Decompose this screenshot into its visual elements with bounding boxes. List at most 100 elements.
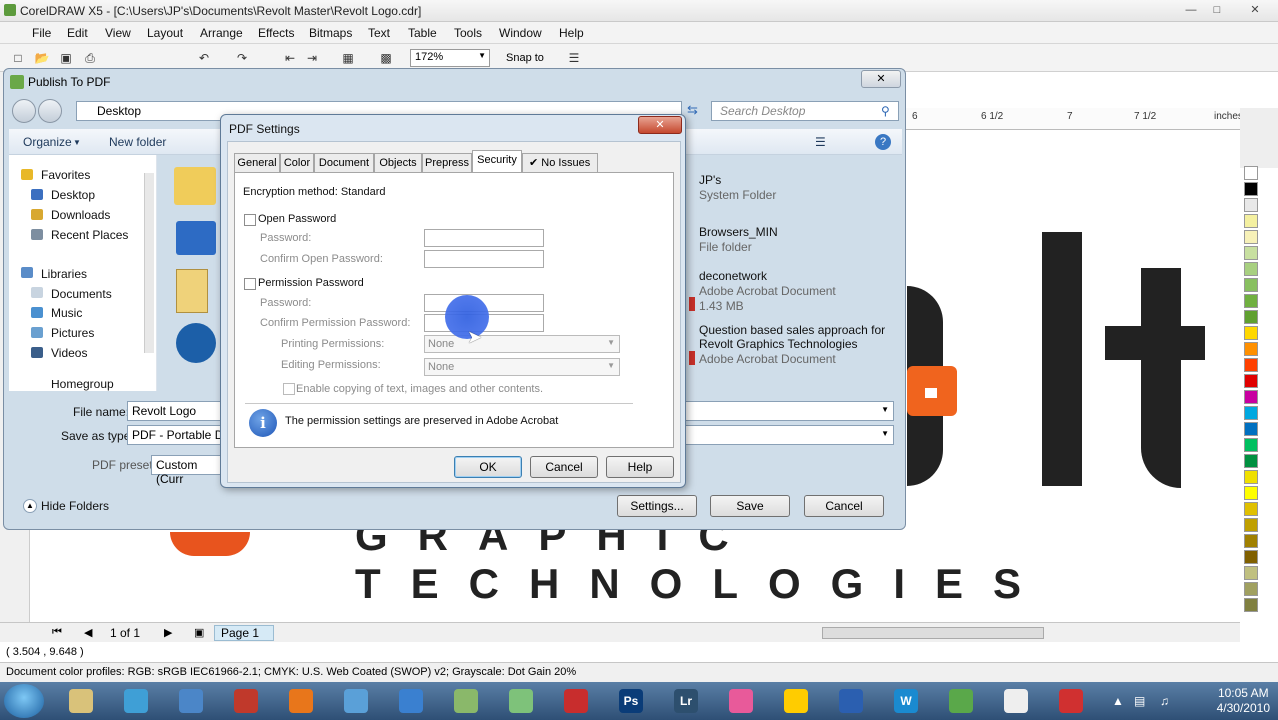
color-swatch[interactable] (1244, 310, 1258, 324)
system-clock[interactable]: 10:05 AM 4/30/2010 (1217, 686, 1270, 716)
options-icon[interactable]: ☰ (566, 50, 582, 66)
menu-view[interactable]: View (105, 26, 131, 40)
color-swatch[interactable] (1244, 406, 1258, 420)
color-swatch[interactable] (1244, 182, 1258, 196)
open-password-field[interactable] (424, 229, 544, 247)
undo-icon[interactable]: ↶ (196, 50, 212, 66)
nav-downloads[interactable]: Downloads (51, 208, 110, 222)
tab-general[interactable]: General (234, 153, 280, 172)
taskbar-app-button[interactable] (938, 685, 984, 717)
welcome-screen-icon[interactable]: ▩ (378, 50, 394, 66)
color-swatch[interactable] (1244, 518, 1258, 532)
color-swatch[interactable] (1244, 342, 1258, 356)
taskbar-app-button[interactable] (443, 685, 489, 717)
color-swatch[interactable] (1244, 278, 1258, 292)
cancel-button[interactable]: Cancel (804, 495, 884, 517)
help-icon[interactable]: ? (875, 134, 891, 150)
menu-effects[interactable]: Effects (258, 26, 294, 40)
color-swatch[interactable] (1244, 262, 1258, 276)
nav-documents[interactable]: Documents (51, 287, 112, 301)
taskbar-app-button[interactable]: Lr (663, 685, 709, 717)
refresh-icon[interactable]: ⇆ (687, 102, 698, 118)
tab-security[interactable]: Security (472, 150, 522, 173)
color-swatch[interactable] (1244, 454, 1258, 468)
taskbar-app-button[interactable] (223, 685, 269, 717)
taskbar-app-button[interactable] (718, 685, 764, 717)
nav-desktop[interactable]: Desktop (51, 188, 95, 202)
close-icon[interactable]: ✕ (1244, 2, 1266, 18)
save-icon[interactable]: ▣ (58, 50, 74, 66)
nav-homegroup[interactable]: Homegroup (51, 380, 114, 391)
new-icon[interactable]: □ (10, 50, 26, 66)
page-tab[interactable]: Page 1 (214, 625, 274, 641)
list-item[interactable]: JP's System Folder (699, 169, 899, 209)
first-page-icon[interactable]: ⏮ (52, 626, 62, 639)
list-item[interactable]: Question based sales approach for Revolt… (699, 319, 899, 367)
maximize-icon[interactable]: □ (1206, 2, 1228, 18)
color-swatch[interactable] (1244, 374, 1258, 388)
chevron-up-icon[interactable]: ▲ (23, 499, 37, 513)
snap-to-menu[interactable]: Snap to (506, 52, 544, 64)
ok-button[interactable]: OK (454, 456, 522, 478)
permission-password-checkbox[interactable] (244, 278, 256, 290)
volume-icon[interactable]: ♫ (1160, 694, 1169, 708)
taskbar-app-button[interactable]: W (883, 685, 929, 717)
print-icon[interactable]: ⎙ (82, 50, 98, 66)
menu-text[interactable]: Text (368, 26, 390, 40)
nav-videos[interactable]: Videos (51, 346, 87, 360)
close-button[interactable]: ✕ (861, 70, 901, 88)
menu-tools[interactable]: Tools (454, 26, 482, 40)
application-launcher-icon[interactable]: ▦ (340, 50, 356, 66)
nav-scrollbar[interactable] (144, 173, 154, 353)
tab-document[interactable]: Document (314, 153, 374, 172)
previous-page-icon[interactable]: ◀ (84, 626, 92, 639)
hide-folders-button[interactable]: Hide Folders (41, 499, 109, 513)
show-hidden-icons[interactable]: ▲ (1112, 694, 1124, 708)
color-swatch[interactable] (1244, 566, 1258, 580)
color-swatch[interactable] (1244, 502, 1258, 516)
color-swatch[interactable] (1244, 486, 1258, 500)
nav-recent-places[interactable]: Recent Places (51, 228, 128, 242)
taskbar-app-button[interactable] (168, 685, 214, 717)
color-swatch[interactable] (1244, 326, 1258, 340)
close-button[interactable]: ✕ (638, 116, 682, 134)
menu-bitmaps[interactable]: Bitmaps (309, 26, 352, 40)
organize-menu[interactable]: Organize (23, 135, 72, 149)
editing-permissions-select[interactable]: None ▼ (424, 358, 620, 376)
color-swatch[interactable] (1244, 422, 1258, 436)
search-icon[interactable]: ⚲ (881, 104, 890, 118)
settings-button[interactable]: Settings... (617, 495, 697, 517)
nav-favorites[interactable]: Favorites (41, 168, 90, 182)
horizontal-scrollbar[interactable] (822, 627, 1044, 639)
pdf-preset-select[interactable]: Custom (Curr (151, 455, 231, 486)
enable-copying-checkbox[interactable] (283, 383, 295, 395)
nav-libraries[interactable]: Libraries (41, 267, 87, 281)
color-swatch[interactable] (1244, 246, 1258, 260)
taskbar-app-button[interactable] (498, 685, 544, 717)
zoom-level-select[interactable]: 172% ▼ (410, 49, 490, 67)
open-icon[interactable]: 📂 (34, 50, 50, 66)
tab-color[interactable]: Color (280, 153, 314, 172)
color-swatch[interactable] (1244, 438, 1258, 452)
color-swatch[interactable] (1244, 198, 1258, 212)
minimize-icon[interactable]: — (1180, 2, 1202, 18)
back-button[interactable] (12, 99, 36, 123)
menu-layout[interactable]: Layout (147, 26, 183, 40)
color-swatch[interactable] (1244, 390, 1258, 404)
color-swatch[interactable] (1244, 166, 1258, 180)
taskbar-app-button[interactable] (333, 685, 379, 717)
taskbar-app-button[interactable] (1048, 685, 1094, 717)
import-icon[interactable]: ⇤ (282, 50, 298, 66)
next-page-icon[interactable]: ▶ (164, 626, 172, 639)
menu-edit[interactable]: Edit (67, 26, 88, 40)
help-button[interactable]: Help (606, 456, 674, 478)
taskbar-app-button[interactable] (113, 685, 159, 717)
color-swatch[interactable] (1244, 534, 1258, 548)
taskbar-app-button[interactable] (58, 685, 104, 717)
add-page-icon[interactable]: ▣ (194, 626, 204, 639)
taskbar-app-button[interactable] (388, 685, 434, 717)
color-swatch[interactable] (1244, 230, 1258, 244)
color-swatch[interactable] (1244, 358, 1258, 372)
menu-window[interactable]: Window (499, 26, 542, 40)
color-swatch[interactable] (1244, 550, 1258, 564)
